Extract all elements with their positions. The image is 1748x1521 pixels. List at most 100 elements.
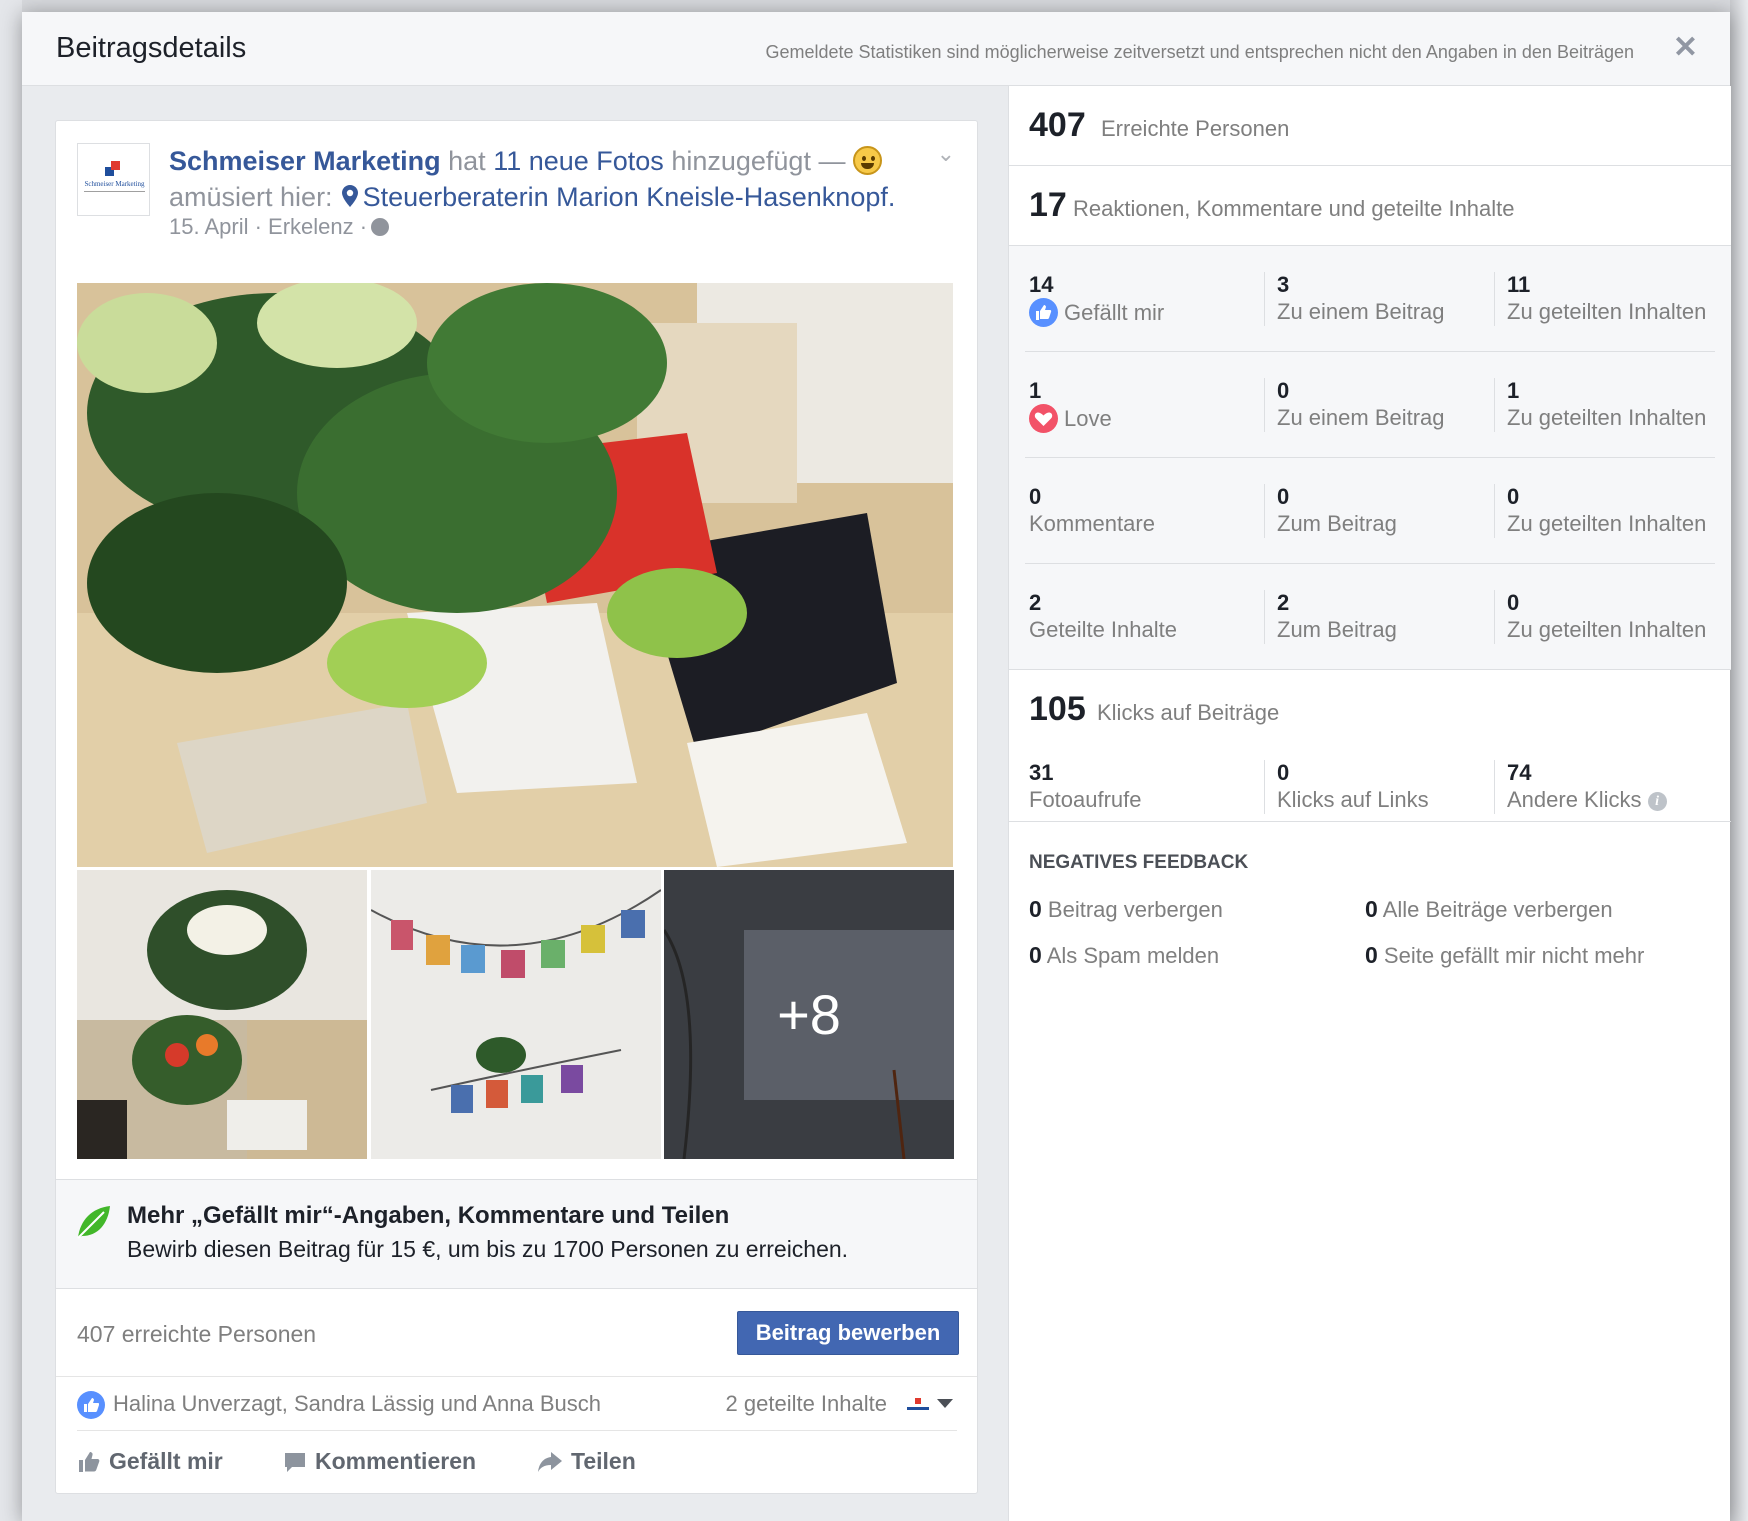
thumbnail-photo-1[interactable] (77, 870, 367, 1159)
comment-button[interactable]: Kommentieren (283, 1448, 476, 1475)
comments-on-post: 0 (1277, 484, 1290, 509)
likes-on-post: 3 (1277, 272, 1290, 297)
dialog-header: Beitragsdetails Gemeldete Statistiken si… (22, 12, 1730, 86)
action-suffix: hinzugefügt — (671, 146, 846, 176)
promo-title: Mehr „Gefällt mir“-Angaben, Kommentare u… (127, 1202, 730, 1229)
clicks-label: Klicks auf Beiträge (1097, 700, 1280, 725)
scrollbar-track[interactable] (1730, 0, 1748, 1521)
dialog-title: Beitragsdetails (56, 32, 247, 64)
love-label: Love (1064, 405, 1112, 431)
engagement-stat: 17 Reaktionen, Kommentare und geteilte I… (1009, 166, 1731, 246)
post-date[interactable]: 15. April · Erkelenz · (169, 214, 367, 239)
amused-emoji-icon (852, 146, 882, 175)
share-arrow-icon (538, 1451, 562, 1472)
link-clicks-value: 0 (1277, 760, 1290, 785)
main-photo[interactable] (77, 283, 953, 867)
avatar-logo-text: Schmeiser Marketing (84, 180, 145, 188)
likes-on-shares: 11 (1507, 272, 1531, 297)
other-clicks-label: Andere Klicks (1507, 787, 1642, 812)
feeling-text: amüsiert hier: (169, 182, 333, 212)
photo-views-label: Fotoaufrufe (1029, 787, 1142, 812)
shares-row: 2 Geteilte Inhalte 2 Zum Beitrag 0 Zu ge… (1009, 564, 1731, 670)
like-reaction-icon (77, 1391, 105, 1419)
thumbs-up-icon (79, 1451, 100, 1472)
close-icon[interactable]: ✕ (1673, 30, 1698, 65)
engagement-breakdown: 14 Gefällt mir 3 Zu einem Beitrag 11 Zu … (1009, 246, 1731, 670)
post-preview-card: Schmeiser Marketing Schmeiser Marketing … (55, 120, 978, 1494)
reach-stat: 407 Erreichte Personen (1009, 86, 1731, 166)
spam-stat: 0 Als Spam melden (1029, 942, 1220, 968)
photos-link[interactable]: 11 neue Fotos (493, 146, 664, 176)
likes-total: 14 (1029, 272, 1054, 297)
boost-post-button[interactable]: Beitrag bewerben (737, 1311, 959, 1355)
shares-label: Geteilte Inhalte (1029, 617, 1177, 642)
globe-icon (371, 218, 390, 236)
like-reaction-icon (1029, 298, 1058, 327)
likes-on-shares-label: Zu geteilten Inhalten (1507, 299, 1707, 324)
shares-on-post-label: Zum Beitrag (1277, 617, 1397, 642)
likes-on-post-label: Zu einem Beitrag (1277, 299, 1445, 324)
thumbnail-photo-2[interactable] (371, 870, 661, 1159)
promo-text: Bewirb diesen Beitrag für 15 €, um bis z… (127, 1236, 849, 1262)
love-total: 1 (1029, 378, 1042, 403)
author-link[interactable]: Schmeiser Marketing (169, 146, 441, 176)
location-link[interactable]: Steuerberaterin Marion Kneisle-Hasenknop… (363, 182, 896, 212)
comment-icon (285, 1452, 305, 1472)
leaf-icon (77, 1206, 110, 1239)
background-left (0, 0, 22, 1521)
post-header: Schmeiser Marketing hat 11 neue Fotos hi… (169, 143, 929, 215)
flower-gift-photo (77, 283, 953, 867)
comments-label: Kommentare (1029, 511, 1155, 536)
reach-text: 407 erreichte Personen (77, 1321, 317, 1347)
brand-logo-icon (105, 161, 121, 177)
photo-views-value: 31 (1029, 760, 1054, 785)
promotion-box: Mehr „Gefällt mir“-Angaben, Kommentare u… (56, 1179, 977, 1289)
likes-row: 14 Gefällt mir 3 Zu einem Beitrag 11 Zu … (1009, 246, 1731, 352)
post-clicks-section: 105 Klicks auf Beiträge 31 Fotoaufrufe 0… (1009, 670, 1731, 822)
reach-value: 407 (1029, 106, 1086, 144)
reach-footer: 407 erreichte Personen Beitrag bewerben (56, 1289, 977, 1377)
share-button[interactable]: Teilen (537, 1448, 636, 1475)
likes-label: Gefällt mir (1064, 299, 1165, 325)
shares-on-post: 2 (1277, 590, 1290, 615)
reach-label: Erreichte Personen (1101, 116, 1290, 141)
likers-row: Halina Unverzagt, Sandra Lässig und Anna… (77, 1377, 957, 1431)
post-meta: 15. April · Erkelenz · (169, 214, 390, 240)
caret-down-icon[interactable] (937, 1399, 953, 1408)
love-on-shares-label: Zu geteilten Inhalten (1507, 405, 1707, 430)
comments-on-shares-label: Zu geteilten Inhalten (1507, 511, 1707, 536)
thumbnail-photo-more[interactable]: +8 (664, 870, 954, 1159)
stats-delay-note: Gemeldete Statistiken sind möglicherweis… (765, 42, 1634, 62)
page-avatar[interactable]: Schmeiser Marketing (77, 143, 150, 216)
likers-names[interactable]: Halina Unverzagt, Sandra Lässig und Anna… (113, 1391, 601, 1417)
post-statistics-panel: 407 Erreichte Personen 17 Reaktionen, Ko… (1008, 86, 1731, 1521)
comments-row: 0 Kommentare 0 Zum Beitrag 0 Zu geteilte… (1009, 458, 1731, 564)
shares-on-shares-label: Zu geteilten Inhalten (1507, 617, 1707, 642)
chevron-down-icon[interactable]: ⌄ (937, 141, 955, 167)
like-button[interactable]: Gefällt mir (77, 1448, 223, 1475)
more-photos-count[interactable]: +8 (664, 870, 954, 1159)
engagement-value: 17 (1029, 186, 1067, 224)
link-clicks-label: Klicks auf Links (1277, 787, 1429, 812)
comments-on-shares: 0 (1507, 484, 1520, 509)
engagement-label: Reaktionen, Kommentare und geteilte Inha… (1073, 196, 1515, 221)
comments-total: 0 (1029, 484, 1042, 509)
location-pin-icon (341, 185, 358, 207)
shares-count[interactable]: 2 geteilte Inhalte (726, 1391, 887, 1417)
comments-on-post-label: Zum Beitrag (1277, 511, 1397, 536)
shares-on-shares: 0 (1507, 590, 1520, 615)
shares-total: 2 (1029, 590, 1042, 615)
love-on-post: 0 (1277, 378, 1290, 403)
other-clicks-value: 74 (1507, 760, 1532, 785)
post-actions: Gefällt mir Kommentieren Teilen (77, 1432, 957, 1492)
hide-post-stat: 0 Beitrag verbergen (1029, 896, 1223, 922)
love-reaction-icon (1029, 404, 1058, 433)
share-audience-icon[interactable] (905, 1395, 931, 1413)
love-on-post-label: Zu einem Beitrag (1277, 405, 1445, 430)
clicks-value: 105 (1029, 690, 1086, 728)
love-on-shares: 1 (1507, 378, 1520, 403)
info-icon[interactable]: i (1647, 792, 1667, 811)
love-row: 1 Love 0 Zu einem Beitrag 1 Zu geteilten… (1009, 352, 1731, 458)
hide-all-stat: 0 Alle Beiträge verbergen (1365, 896, 1613, 922)
post-details-dialog: Beitragsdetails Gemeldete Statistiken si… (22, 12, 1731, 1521)
